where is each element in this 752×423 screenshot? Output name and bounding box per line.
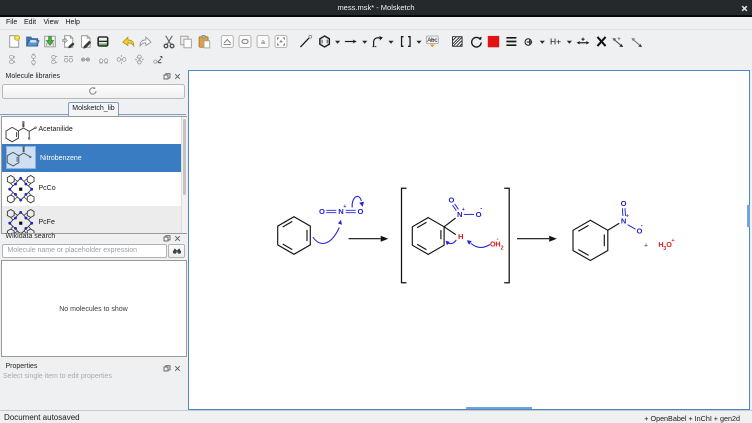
svg-text:H+: H+ (550, 36, 561, 46)
svg-text:a: a (261, 39, 265, 46)
svg-text:+: + (626, 214, 629, 220)
svg-text:+: + (644, 243, 648, 250)
svg-text:2: 2 (500, 245, 503, 251)
svg-text:+: + (343, 204, 346, 210)
svg-text:H: H (458, 232, 463, 241)
svg-text:-: - (480, 207, 482, 213)
svg-text:O: O (358, 207, 364, 216)
svg-text:O: O (621, 199, 627, 208)
svg-text:-: - (641, 224, 643, 230)
svg-text:-: - (497, 237, 499, 243)
svg-text:+: + (671, 238, 674, 244)
svg-text:Abc: Abc (427, 38, 437, 44)
svg-text:+: + (462, 207, 465, 213)
svg-text:O: O (319, 207, 325, 216)
svg-text:O: O (449, 196, 455, 205)
